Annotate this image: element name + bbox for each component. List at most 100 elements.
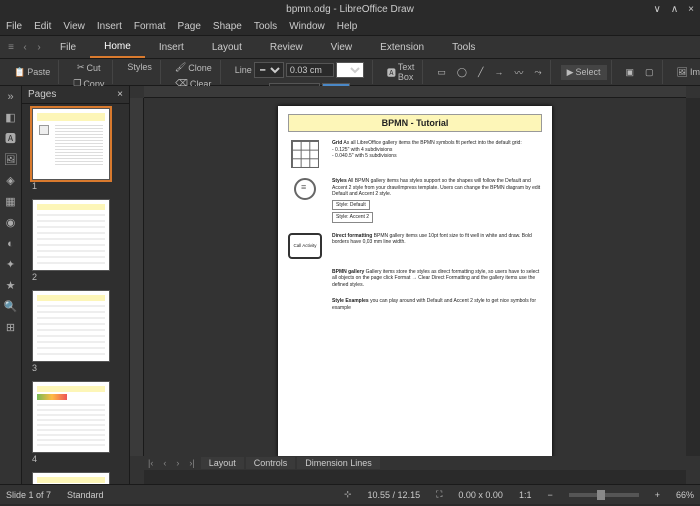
shapes-icon[interactable]: ◉ <box>4 216 18 230</box>
call-activity-icon: Call Activity <box>288 233 322 259</box>
vertical-scrollbar[interactable] <box>686 98 700 456</box>
line-width-input[interactable] <box>286 63 334 77</box>
page-thumb-5[interactable]: 5 <box>32 472 119 484</box>
line-label: Line <box>235 65 252 75</box>
title-bar: bpmn.odg - LibreOffice Draw ∨ ∧ × <box>0 0 700 18</box>
image-button[interactable]: 🖼 Image <box>673 65 700 80</box>
ribbon-toolbar: 📋Paste ✂ Cut ❐ Copy Styles 🖌 Clone ⌫ Cle… <box>0 58 700 86</box>
menu-page[interactable]: Page <box>178 21 201 32</box>
properties-icon[interactable]: ◧ <box>4 111 18 125</box>
navigator-icon[interactable]: ◈ <box>4 174 18 188</box>
tab-tools[interactable]: Tools <box>438 38 489 57</box>
nav-next-icon[interactable]: › <box>32 42 46 53</box>
status-slide: Slide 1 of 7 <box>6 490 51 500</box>
zoom-out-icon[interactable]: − <box>547 490 552 500</box>
menu-file[interactable]: File <box>6 21 22 32</box>
status-size-icon: ⛶ <box>436 489 442 500</box>
grid-diagram-icon <box>291 140 319 168</box>
horizontal-ruler[interactable] <box>144 86 686 98</box>
tab-insert[interactable]: Insert <box>145 38 198 57</box>
expand-icon[interactable]: » <box>4 90 18 104</box>
tab-file[interactable]: File <box>46 38 90 57</box>
zoom-in-icon[interactable]: + <box>655 490 660 500</box>
next-page-icon[interactable]: › <box>172 457 183 469</box>
tab-layout[interactable]: Layout <box>198 38 256 57</box>
grid-icon[interactable]: ⊞ <box>4 321 18 335</box>
last-page-icon[interactable]: ›| <box>185 457 198 469</box>
page-thumb-3[interactable]: 3 <box>32 290 119 373</box>
star-icon[interactable]: ★ <box>4 279 18 293</box>
viewtab-layout[interactable]: Layout <box>201 457 244 469</box>
window-title: bpmn.odg - LibreOffice Draw <box>286 4 414 15</box>
hamburger-icon[interactable]: ≡ <box>4 42 18 53</box>
status-mode: Standard <box>67 490 104 500</box>
view-tabs: |‹ ‹ › ›| Layout Controls Dimension Line… <box>144 456 380 470</box>
horizontal-scrollbar[interactable] <box>144 470 686 484</box>
menu-insert[interactable]: Insert <box>97 21 122 32</box>
viewtab-controls[interactable]: Controls <box>246 457 296 469</box>
zoom-slider[interactable] <box>569 493 639 497</box>
status-size: 0.00 x 0.00 <box>458 490 503 500</box>
arrange-front-icon[interactable]: ▣ <box>622 65 639 80</box>
page-icon[interactable]: ▦ <box>4 195 18 209</box>
nav-prev-icon[interactable]: ‹ <box>18 42 32 53</box>
select-button[interactable]: ▶ Select <box>561 65 607 80</box>
line-style-select[interactable]: ━ <box>254 62 284 78</box>
vertical-ruler[interactable] <box>130 98 144 456</box>
menu-window[interactable]: Window <box>289 21 325 32</box>
tab-review[interactable]: Review <box>256 38 317 57</box>
paste-button[interactable]: 📋Paste <box>10 65 54 80</box>
shape-connector-icon[interactable]: ⤳ <box>530 65 545 80</box>
fill-icon[interactable]: ◐ <box>4 237 18 251</box>
prev-page-icon[interactable]: ‹ <box>159 457 170 469</box>
close-icon[interactable]: × <box>688 4 694 15</box>
menu-tools[interactable]: Tools <box>254 21 277 32</box>
pages-panel: Pages × 1 2 3 4 5 <box>22 86 130 484</box>
document-page[interactable]: BPMN - Tutorial Grid As all LibreOffice … <box>278 106 552 456</box>
textbox-button[interactable]: 🅰 Text Box <box>383 60 419 84</box>
viewtab-dimension[interactable]: Dimension Lines <box>297 457 380 469</box>
shape-arrow-icon[interactable]: → <box>490 65 507 79</box>
zoom-icon[interactable]: 🔍 <box>4 300 18 314</box>
shape-rect-icon[interactable]: ▭ <box>433 65 450 80</box>
tab-view[interactable]: View <box>317 38 367 57</box>
arrange-back-icon[interactable]: ▢ <box>641 65 658 80</box>
menu-edit[interactable]: Edit <box>34 21 51 32</box>
status-position: 10.55 / 12.15 <box>368 490 421 500</box>
page-thumb-1[interactable]: 1 <box>32 108 119 191</box>
style-accent2-btn: Style: Accent 2 <box>332 212 373 223</box>
cut-button[interactable]: ✂ Cut <box>73 60 105 75</box>
line-color-select[interactable] <box>336 62 364 78</box>
maximize-icon[interactable]: ∧ <box>671 4 678 15</box>
styles-button[interactable]: Styles <box>123 60 156 74</box>
clone-button[interactable]: 🖌 Clone <box>171 60 216 75</box>
style-default-btn: Style: Default <box>332 200 370 211</box>
menu-view[interactable]: View <box>63 21 85 32</box>
canvas-area: BPMN - Tutorial Grid As all LibreOffice … <box>130 86 700 484</box>
minimize-icon[interactable]: ∨ <box>654 4 661 15</box>
effects-icon[interactable]: ✦ <box>4 258 18 272</box>
pages-panel-title: Pages <box>28 89 56 100</box>
vertical-toolbar: » ◧ 🅰 🖼 ◈ ▦ ◉ ◐ ✦ ★ 🔍 ⊞ <box>0 86 22 484</box>
task-diagram-icon <box>294 178 316 200</box>
tab-extension[interactable]: Extension <box>366 38 438 57</box>
menu-help[interactable]: Help <box>337 21 358 32</box>
ribbon-tabbar: ≡ ‹ › File Home Insert Layout Review Vie… <box>0 36 700 58</box>
panel-close-icon[interactable]: × <box>117 89 123 100</box>
status-zoom[interactable]: 66% <box>676 490 694 500</box>
menu-shape[interactable]: Shape <box>213 21 242 32</box>
page-thumb-4[interactable]: 4 <box>32 381 119 464</box>
first-page-icon[interactable]: |‹ <box>144 457 157 469</box>
shape-curve-icon[interactable]: 〰 <box>510 64 527 81</box>
shape-ellipse-icon[interactable]: ◯ <box>453 65 471 80</box>
page-thumb-2[interactable]: 2 <box>32 199 119 282</box>
status-scale[interactable]: 1:1 <box>519 490 532 500</box>
styles-icon[interactable]: 🅰 <box>4 132 18 146</box>
document-viewport[interactable]: BPMN - Tutorial Grid As all LibreOffice … <box>144 98 686 456</box>
status-cursor-icon: ⊹ <box>344 489 352 500</box>
gallery-icon[interactable]: 🖼 <box>4 153 18 167</box>
page-thumbnails[interactable]: 1 2 3 4 5 <box>22 104 129 484</box>
shape-line-icon[interactable]: ╱ <box>474 65 487 80</box>
tab-home[interactable]: Home <box>90 37 145 58</box>
menu-format[interactable]: Format <box>134 21 166 32</box>
